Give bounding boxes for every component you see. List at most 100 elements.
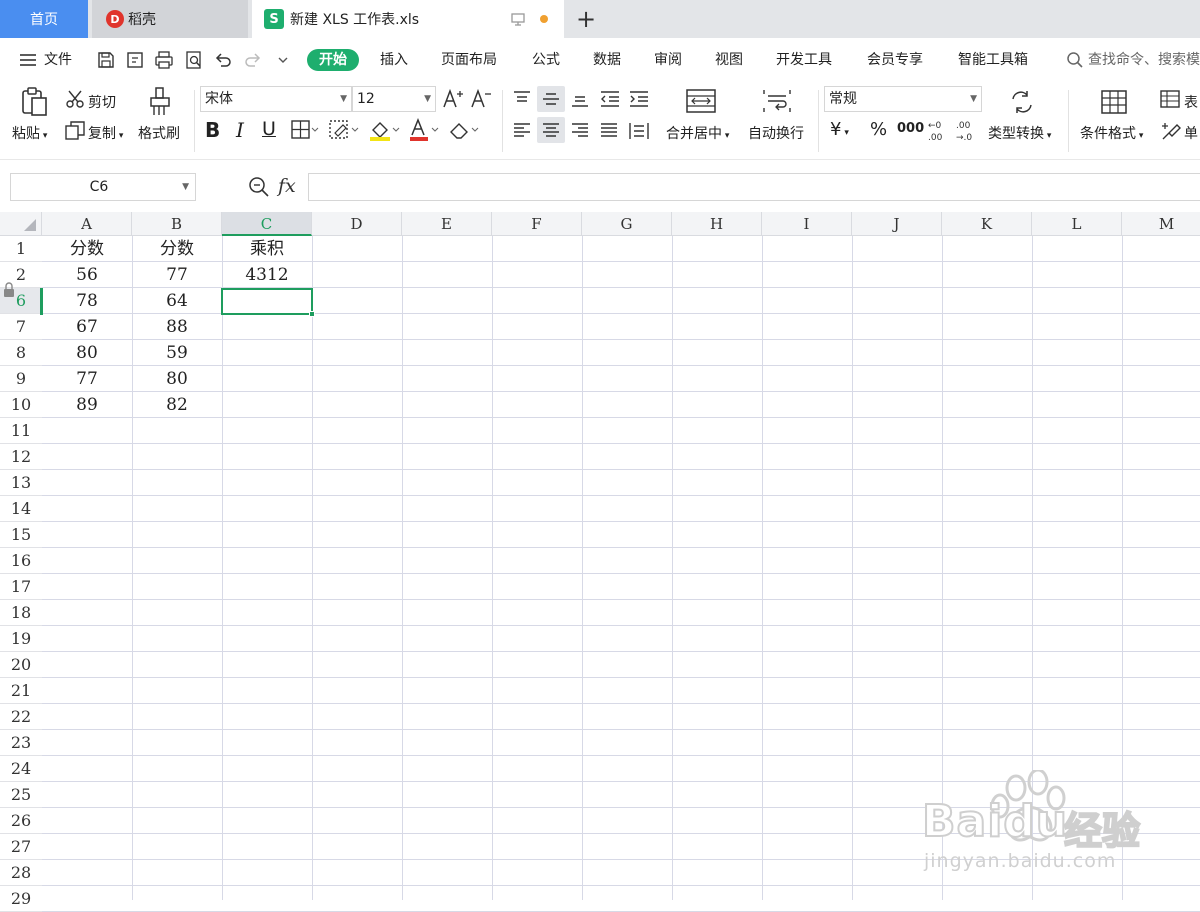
- row-header-10[interactable]: 10: [0, 392, 42, 418]
- wrap-text-icon[interactable]: [762, 88, 792, 114]
- menu-view[interactable]: 视图: [715, 49, 743, 71]
- column-header-c[interactable]: C: [222, 212, 312, 236]
- align-right-icon[interactable]: [570, 122, 590, 140]
- align-middle-icon[interactable]: [541, 90, 561, 108]
- row-header-1[interactable]: 1: [0, 236, 42, 262]
- column-header-i[interactable]: I: [762, 212, 852, 236]
- row-header-14[interactable]: 14: [0, 496, 42, 522]
- row-header-26[interactable]: 26: [0, 808, 42, 834]
- decrease-decimal-icon[interactable]: .00 →.0: [954, 118, 976, 142]
- align-bottom-icon[interactable]: [570, 90, 590, 108]
- increase-decimal-icon[interactable]: ←0.00: [926, 118, 948, 142]
- paste-button[interactable]: 粘贴 ▾: [12, 123, 47, 143]
- font-color-icon[interactable]: [409, 118, 441, 142]
- column-header-g[interactable]: G: [582, 212, 672, 236]
- copy-icon[interactable]: [64, 120, 86, 142]
- cell-a6[interactable]: 78: [42, 288, 132, 314]
- type-convert-icon[interactable]: [1008, 88, 1036, 116]
- monitor-icon[interactable]: [510, 11, 526, 27]
- indent-icon[interactable]: [628, 90, 650, 108]
- name-box[interactable]: C6 ▼: [10, 173, 196, 201]
- column-header-h[interactable]: H: [672, 212, 762, 236]
- cell-b8[interactable]: 59: [132, 340, 222, 366]
- align-left-icon[interactable]: [512, 122, 532, 140]
- cell-a8[interactable]: 80: [42, 340, 132, 366]
- cell-a7[interactable]: 67: [42, 314, 132, 340]
- font-size-select[interactable]: 12 ▼: [352, 86, 436, 112]
- column-header-e[interactable]: E: [402, 212, 492, 236]
- number-format-select[interactable]: 常规 ▼: [824, 86, 982, 112]
- cell-a10[interactable]: 89: [42, 392, 132, 418]
- menu-insert[interactable]: 插入: [380, 49, 408, 71]
- row-header-7[interactable]: 7: [0, 314, 42, 340]
- print-preview-icon[interactable]: [184, 50, 204, 70]
- cell-button[interactable]: 单: [1184, 123, 1198, 143]
- format-painter-icon[interactable]: [146, 86, 174, 118]
- menu-page-layout[interactable]: 页面布局: [441, 49, 497, 71]
- outdent-icon[interactable]: [599, 90, 621, 108]
- row-header-11[interactable]: 11: [0, 418, 42, 444]
- cell-a1[interactable]: 分数: [42, 236, 132, 262]
- type-convert-button[interactable]: 类型转换 ▾: [988, 123, 1051, 143]
- eraser-icon[interactable]: [448, 120, 480, 140]
- row-header-13[interactable]: 13: [0, 470, 42, 496]
- merge-center-button[interactable]: 合并居中 ▾: [666, 123, 729, 143]
- menu-review[interactable]: 审阅: [654, 49, 682, 71]
- fill-pattern-icon[interactable]: [329, 120, 361, 140]
- bold-icon[interactable]: B: [205, 118, 220, 142]
- tab-daoke[interactable]: D 稻壳: [92, 0, 248, 38]
- menu-file[interactable]: 文件: [44, 49, 72, 71]
- tab-home[interactable]: 首页: [0, 0, 88, 38]
- menu-formula[interactable]: 公式: [532, 49, 560, 71]
- select-all-corner[interactable]: [0, 212, 42, 236]
- new-tab-button[interactable]: +: [572, 0, 600, 38]
- row-header-17[interactable]: 17: [0, 574, 42, 600]
- cell-b1[interactable]: 分数: [132, 236, 222, 262]
- menu-start[interactable]: 开始: [307, 49, 359, 71]
- cell-b10[interactable]: 82: [132, 392, 222, 418]
- table-style-icon[interactable]: [1160, 88, 1182, 110]
- cell-c2[interactable]: 4312: [222, 262, 312, 288]
- column-header-m[interactable]: M: [1122, 212, 1200, 236]
- border-icon[interactable]: [291, 120, 319, 140]
- row-header-28[interactable]: 28: [0, 860, 42, 886]
- currency-button[interactable]: ¥ ▾: [830, 119, 849, 140]
- search-commands[interactable]: 查找命令、搜索模: [1088, 49, 1200, 71]
- thousands-button[interactable]: 000: [897, 121, 924, 136]
- cell-b6[interactable]: 64: [132, 288, 222, 314]
- cut-button[interactable]: 剪切: [88, 92, 116, 112]
- font-grow-icon[interactable]: [442, 88, 464, 110]
- row-header-16[interactable]: 16: [0, 548, 42, 574]
- cell-b9[interactable]: 80: [132, 366, 222, 392]
- underline-icon[interactable]: U: [262, 118, 276, 140]
- print-icon[interactable]: [154, 50, 174, 70]
- column-header-k[interactable]: K: [942, 212, 1032, 236]
- row-header-19[interactable]: 19: [0, 626, 42, 652]
- cell-style-icon[interactable]: [1160, 120, 1182, 142]
- selected-cell[interactable]: [221, 288, 313, 315]
- menu-developer[interactable]: 开发工具: [776, 49, 832, 71]
- row-header-9[interactable]: 9: [0, 366, 42, 392]
- paste-icon[interactable]: [18, 86, 50, 118]
- merge-center-icon[interactable]: [686, 88, 716, 114]
- search-icon[interactable]: [1066, 51, 1084, 69]
- menu-smart-toolbox[interactable]: 智能工具箱: [958, 49, 1028, 71]
- column-header-b[interactable]: B: [132, 212, 222, 236]
- zoom-formula-icon[interactable]: [248, 176, 270, 198]
- row-header-25[interactable]: 25: [0, 782, 42, 808]
- function-icon[interactable]: fx: [278, 175, 296, 197]
- row-header-15[interactable]: 15: [0, 522, 42, 548]
- align-top-icon[interactable]: [512, 90, 532, 108]
- cell-a2[interactable]: 56: [42, 262, 132, 288]
- save-icon[interactable]: [96, 50, 116, 70]
- row-header-24[interactable]: 24: [0, 756, 42, 782]
- fill-handle[interactable]: [309, 311, 315, 317]
- export-pdf-icon[interactable]: [125, 50, 145, 70]
- column-header-l[interactable]: L: [1032, 212, 1122, 236]
- row-header-27[interactable]: 27: [0, 834, 42, 860]
- formula-input[interactable]: [308, 173, 1200, 201]
- fill-color-icon[interactable]: [369, 118, 401, 142]
- undo-icon[interactable]: [213, 50, 233, 70]
- row-header-18[interactable]: 18: [0, 600, 42, 626]
- hamburger-icon[interactable]: [18, 50, 38, 70]
